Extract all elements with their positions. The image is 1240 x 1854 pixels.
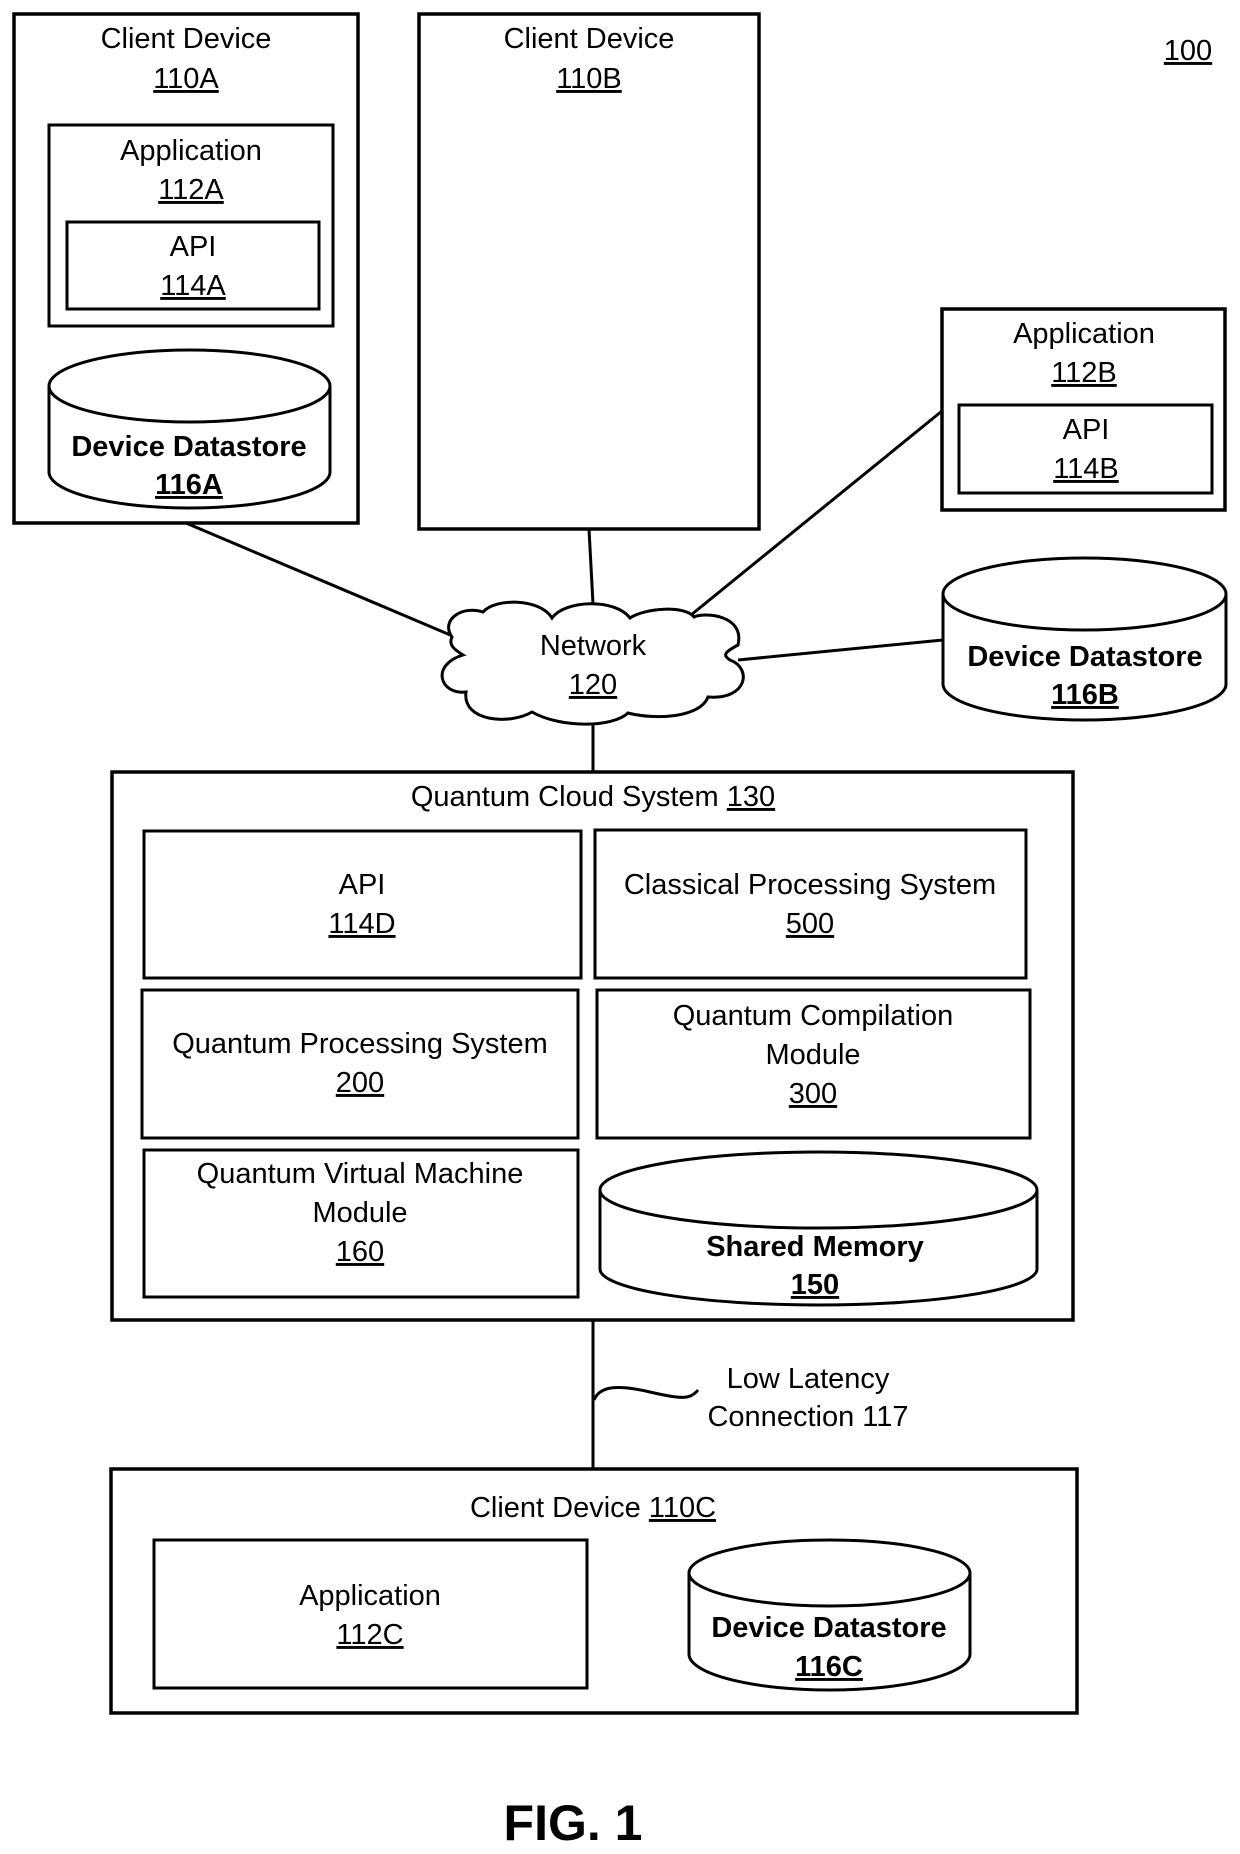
quantum-cloud-system-ref: 130 — [727, 781, 775, 813]
api-114d-ref: 114D — [328, 908, 395, 940]
datastore-116b-ref: 116B — [1051, 679, 1119, 711]
network-120-ref: 120 — [569, 669, 617, 701]
qvm-module-line2: Module — [312, 1197, 407, 1229]
system-diagram: 100 Client Device 110A Application 112A … — [12, 12, 1228, 1851]
quantum-processing-system-label: Quantum Processing System — [172, 1028, 548, 1060]
application-112b: Application 112B API 114B — [940, 307, 1227, 512]
cloud-icon — [440, 600, 745, 726]
datastore-116c-ref: 116C — [795, 1651, 863, 1683]
classical-processing-system-label: Classical Processing System — [624, 869, 996, 901]
figure-caption: FIG. 1 — [504, 1795, 643, 1851]
application-112a-ref: 112A — [158, 174, 224, 206]
figure-ref-100: 100 — [1164, 35, 1212, 67]
client-device-110c: Client Device 110C Application 112C Devi… — [109, 1467, 1079, 1715]
application-112c-box — [152, 1538, 589, 1690]
datastore-116c-top — [687, 1538, 972, 1608]
application-112a-label: Application — [120, 135, 262, 167]
low-latency-line1: Low Latency — [727, 1363, 890, 1395]
datastore-116a-cylinder: Device Datastore 116A — [47, 348, 332, 510]
datastore-116c-cylinder: Device Datastore 116C — [687, 1538, 972, 1692]
datastore-116a-label: Device Datastore — [71, 431, 306, 463]
classical-processing-system-500-box — [593, 828, 1028, 980]
quantum-compilation-module-ref: 300 — [789, 1078, 837, 1110]
link-datastore-b-network — [737, 638, 944, 662]
api-114d-label: API — [339, 869, 386, 901]
quantum-processing-system-ref: 200 — [336, 1067, 384, 1099]
api-114d-box — [142, 829, 583, 980]
client-device-110c-ref: 110C — [649, 1492, 716, 1524]
link-client-b-network — [587, 528, 595, 605]
shared-memory-top — [598, 1150, 1039, 1230]
quantum-compilation-module-line2: Module — [765, 1039, 860, 1071]
client-device-110a-label: Client Device — [101, 23, 272, 55]
application-112c-ref: 112C — [336, 1619, 403, 1651]
network-120-label: Network — [540, 630, 647, 662]
client-device-110c-title: Client Device 110C — [470, 1492, 716, 1524]
low-latency-line2: Connection 117 — [707, 1401, 908, 1433]
datastore-116b-cylinder: Device Datastore 116B — [941, 556, 1228, 722]
application-112c-label: Application — [299, 1580, 441, 1612]
client-device-110c-label: Client Device — [470, 1492, 641, 1524]
shared-memory-150-cylinder: Shared Memory 150 — [598, 1150, 1039, 1307]
datastore-116b-top — [941, 556, 1228, 632]
network-120-cloud: Network 120 — [440, 600, 745, 726]
quantum-compilation-module-line1: Quantum Compilation — [673, 1000, 953, 1032]
shared-memory-label: Shared Memory — [706, 1231, 924, 1263]
quantum-cloud-system-130-title: Quantum Cloud System 130 — [411, 781, 775, 813]
shared-memory-ref: 150 — [791, 1269, 839, 1301]
datastore-116b-label: Device Datastore — [967, 641, 1202, 673]
quantum-cloud-system-label: Quantum Cloud System — [411, 781, 719, 813]
api-114a-label: API — [170, 231, 217, 263]
datastore-116a-top — [47, 348, 332, 424]
client-device-110a: Client Device 110A Application 112A API … — [12, 12, 360, 525]
client-device-110b: Client Device 110B — [417, 12, 761, 531]
application-112b-label: Application — [1013, 318, 1155, 350]
api-114b-label: API — [1063, 414, 1110, 446]
application-112b-ref: 112B — [1051, 357, 1117, 389]
client-device-110b-ref: 110B — [556, 63, 622, 95]
api-114a-ref: 114A — [160, 270, 226, 302]
quantum-cloud-system-130: Quantum Cloud System 130 API 114D Classi… — [110, 770, 1075, 1322]
datastore-116c-label: Device Datastore — [711, 1612, 946, 1644]
low-latency-leader — [592, 1386, 700, 1401]
client-device-110a-ref: 110A — [153, 63, 219, 95]
datastore-116a-ref: 116A — [155, 469, 223, 501]
client-device-110b-label: Client Device — [504, 23, 675, 55]
quantum-processing-system-200-box — [140, 988, 580, 1140]
api-114b-ref: 114B — [1053, 453, 1119, 485]
qvm-module-line1: Quantum Virtual Machine — [197, 1158, 524, 1190]
qvm-module-ref: 160 — [336, 1236, 384, 1268]
link-client-a-network — [185, 521, 456, 639]
classical-processing-system-ref: 500 — [786, 908, 834, 940]
